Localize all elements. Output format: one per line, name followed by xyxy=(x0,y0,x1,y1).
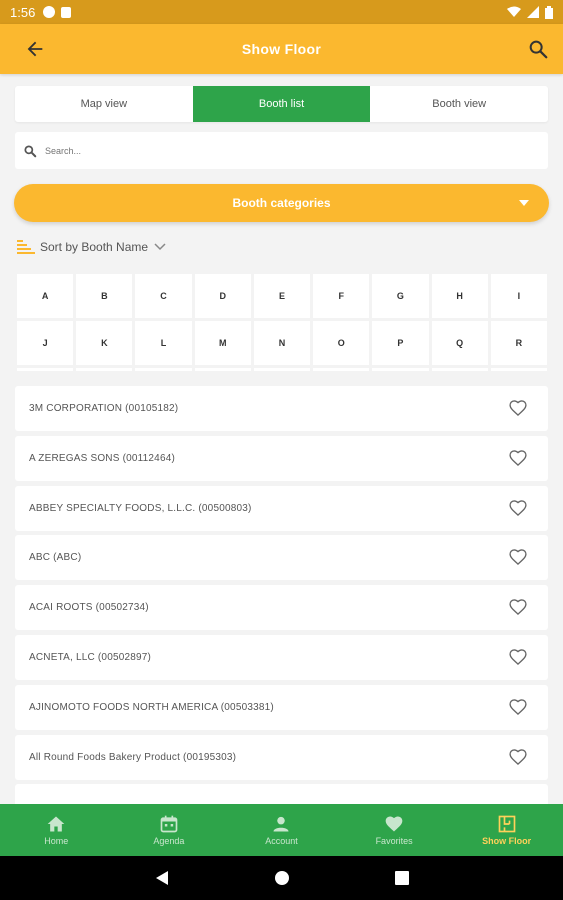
search-input[interactable] xyxy=(45,145,445,156)
nav-agenda[interactable]: Agenda xyxy=(113,804,226,856)
view-tabs: Map view Booth list Booth view xyxy=(15,86,548,122)
letter-e[interactable]: E xyxy=(253,274,311,318)
letter-f[interactable]: F xyxy=(313,274,370,318)
list-item[interactable]: 3M CORPORATION (00105182) xyxy=(15,386,548,431)
nav-account-label: Account xyxy=(265,836,298,846)
page-title: Show Floor xyxy=(241,41,322,57)
heart-outline-icon[interactable] xyxy=(508,547,528,567)
letter-l[interactable]: L xyxy=(135,321,192,365)
system-back-icon[interactable] xyxy=(155,870,169,886)
nav-agenda-label: Agenda xyxy=(153,836,185,846)
list-item[interactable]: All Round Foods Bakery Product (00195303… xyxy=(15,734,548,780)
letter-z[interactable]: Z xyxy=(431,368,488,371)
letter-s[interactable]: S xyxy=(17,368,74,371)
list-item[interactable]: ABC (ABC) xyxy=(15,535,548,581)
booth-name: ABC (ABC) xyxy=(29,552,82,564)
list-item[interactable]: ABBEY SPECIALTY FOODS, L.L.C. (00500803) xyxy=(15,485,548,531)
home-icon xyxy=(47,816,65,832)
letter-u[interactable]: U xyxy=(135,368,192,371)
battery-icon xyxy=(545,5,553,19)
booth-name: AJINOMOTO FOODS NORTH AMERICA (00503381) xyxy=(29,701,274,713)
letter-r[interactable]: R xyxy=(490,321,547,365)
letter-m[interactable]: M xyxy=(194,321,251,365)
booth-name: 3M CORPORATION (00105182) xyxy=(29,403,179,414)
letter-q[interactable]: Q xyxy=(431,321,488,365)
signal-icon xyxy=(527,6,539,18)
booth-name: All Round Foods Bakery Product (00195303… xyxy=(29,751,237,763)
nav-show-floor[interactable]: Show Floor xyxy=(450,804,563,856)
heart-outline-icon[interactable] xyxy=(508,647,528,667)
nav-home[interactable]: Home xyxy=(0,804,113,856)
system-recents-icon[interactable] xyxy=(394,871,409,885)
heart-icon xyxy=(385,816,403,832)
nav-favorites-label: Favorites xyxy=(375,836,413,846)
letter-i[interactable]: I xyxy=(490,274,547,318)
system-navigation-bar xyxy=(0,856,563,900)
letter-d[interactable]: D xyxy=(194,274,251,318)
list-item[interactable]: A ZEREGAS SONS (00112464) xyxy=(15,435,548,481)
search-icon xyxy=(24,144,37,157)
status-bar: 1:56 xyxy=(0,0,563,24)
letter-c[interactable]: C xyxy=(135,274,192,318)
letter-g[interactable]: G xyxy=(372,274,429,318)
heart-outline-icon[interactable] xyxy=(508,448,528,468)
tab-booth-view[interactable]: Booth view xyxy=(370,86,548,122)
heart-outline-icon[interactable] xyxy=(508,697,528,717)
calendar-icon xyxy=(160,815,178,833)
bottom-navigation: Home Agenda Account Favorites Show Floor xyxy=(0,804,563,856)
sort-label: Sort by Booth Name xyxy=(40,240,149,254)
letter-a[interactable]: A xyxy=(17,274,74,318)
booth-name: ACAI ROOTS (00502734) xyxy=(29,602,149,614)
letter-hash[interactable]: # xyxy=(490,368,547,371)
letter-y[interactable]: Y xyxy=(372,368,429,371)
person-icon xyxy=(273,816,289,832)
booth-categories-label: Booth categories xyxy=(232,196,331,210)
letter-k[interactable]: K xyxy=(76,321,133,365)
heart-outline-icon[interactable] xyxy=(508,498,528,518)
letter-x[interactable]: X xyxy=(313,368,370,371)
tab-booth-list[interactable]: Booth list xyxy=(192,86,371,122)
letter-b[interactable]: B xyxy=(76,274,133,318)
sort-control[interactable]: Sort by Booth Name xyxy=(17,240,166,254)
tab-map-view[interactable]: Map view xyxy=(15,86,193,122)
heart-outline-icon[interactable] xyxy=(508,398,528,418)
alphabet-index: A B C D E F G H I J K L M N O P Q R S T … xyxy=(17,274,547,371)
booth-name: ABBEY SPECIALTY FOODS, L.L.C. (00500803) xyxy=(29,502,252,514)
system-home-icon[interactable] xyxy=(274,870,290,886)
notification-icon xyxy=(43,6,56,18)
letter-t[interactable]: T xyxy=(76,368,133,371)
back-arrow-icon[interactable] xyxy=(24,38,46,60)
letter-v[interactable]: V xyxy=(194,368,251,371)
letter-p[interactable]: P xyxy=(372,321,429,365)
search-icon[interactable] xyxy=(527,38,549,60)
nav-account[interactable]: Account xyxy=(225,804,338,856)
floor-plan-icon xyxy=(498,815,516,833)
wifi-icon xyxy=(507,6,521,17)
letter-w[interactable]: W xyxy=(253,368,311,371)
status-time: 1:56 xyxy=(10,4,36,20)
letter-h[interactable]: H xyxy=(431,274,488,318)
letter-n[interactable]: N xyxy=(253,321,311,365)
letter-j[interactable]: J xyxy=(17,321,74,365)
nav-show-floor-label: Show Floor xyxy=(482,836,532,846)
list-item[interactable]: ACNETA, LLC (00502897) xyxy=(15,634,548,680)
booth-name: ACNETA, LLC (00502897) xyxy=(29,651,152,663)
booth-categories-dropdown[interactable]: Booth categories xyxy=(14,184,549,222)
booth-list: 3M CORPORATION (00105182) A ZEREGAS SONS… xyxy=(15,386,548,834)
chevron-down-icon xyxy=(154,243,166,251)
sd-card-icon xyxy=(61,6,72,18)
search-bar xyxy=(15,132,548,169)
heart-outline-icon[interactable] xyxy=(508,597,528,617)
booth-name: A ZEREGAS SONS (00112464) xyxy=(29,452,175,464)
dropdown-caret-icon xyxy=(519,200,529,206)
list-item[interactable]: ACAI ROOTS (00502734) xyxy=(15,585,548,631)
nav-home-label: Home xyxy=(44,836,69,846)
sort-icon xyxy=(17,240,35,254)
list-item[interactable]: AJINOMOTO FOODS NORTH AMERICA (00503381) xyxy=(15,684,548,730)
letter-o[interactable]: O xyxy=(313,321,370,365)
heart-outline-icon[interactable] xyxy=(508,747,528,767)
app-bar: Show Floor xyxy=(0,24,563,74)
nav-favorites[interactable]: Favorites xyxy=(338,804,451,856)
